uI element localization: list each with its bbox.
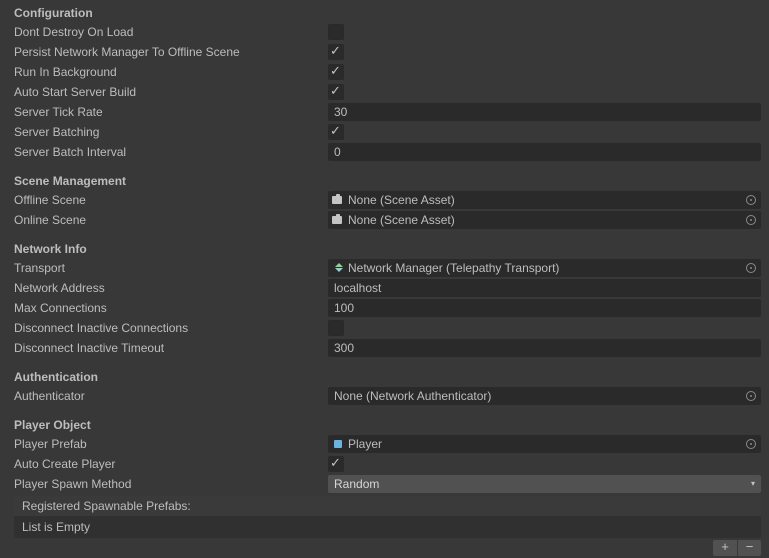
row-authenticator: Authenticator None (Network Authenticato… xyxy=(0,386,769,406)
offline-scene-value: None (Scene Asset) xyxy=(348,191,759,209)
label-offline-scene: Offline Scene xyxy=(14,191,328,209)
scene-asset-icon xyxy=(332,194,344,206)
label-online-scene: Online Scene xyxy=(14,211,328,229)
spawnable-prefabs-empty: List is Empty xyxy=(14,516,761,538)
row-max-connections: Max Connections xyxy=(0,298,769,318)
row-auto-create-player: Auto Create Player xyxy=(0,454,769,474)
label-tick-rate: Server Tick Rate xyxy=(14,103,328,121)
row-online-scene: Online Scene None (Scene Asset) xyxy=(0,210,769,230)
checkbox-dont-destroy[interactable] xyxy=(328,24,344,40)
row-run-in-bg: Run In Background xyxy=(0,62,769,82)
row-batching: Server Batching xyxy=(0,122,769,142)
label-disc-timeout: Disconnect Inactive Timeout xyxy=(14,339,328,357)
section-scene-mgmt-header: Scene Management xyxy=(0,172,769,190)
object-picker-icon[interactable] xyxy=(743,212,759,228)
label-dont-destroy: Dont Destroy On Load xyxy=(14,23,328,41)
row-dont-destroy: Dont Destroy On Load xyxy=(0,22,769,42)
checkbox-auto-start[interactable] xyxy=(328,84,344,100)
dropdown-spawn-method[interactable]: Random xyxy=(328,475,761,493)
input-max-connections[interactable] xyxy=(328,299,761,317)
label-auto-start: Auto Start Server Build xyxy=(14,83,328,101)
row-network-address: Network Address xyxy=(0,278,769,298)
object-picker-icon[interactable] xyxy=(743,192,759,208)
object-field-transport[interactable]: Network Manager (Telepathy Transport) xyxy=(328,259,761,277)
row-spawn-method: Player Spawn Method Random xyxy=(0,474,769,494)
object-picker-icon[interactable] xyxy=(743,436,759,452)
input-tick-rate[interactable] xyxy=(328,103,761,121)
label-batch-interval: Server Batch Interval xyxy=(14,143,328,161)
object-field-player-prefab[interactable]: Player xyxy=(328,435,761,453)
object-field-offline-scene[interactable]: None (Scene Asset) xyxy=(328,191,761,209)
row-transport: Transport Network Manager (Telepathy Tra… xyxy=(0,258,769,278)
section-network-info-header: Network Info xyxy=(0,240,769,258)
prefab-icon xyxy=(332,438,344,450)
player-prefab-value: Player xyxy=(348,435,759,453)
label-authenticator: Authenticator xyxy=(14,387,328,405)
object-picker-icon[interactable] xyxy=(743,388,759,404)
checkbox-disc-inactive[interactable] xyxy=(328,320,344,336)
label-batching: Server Batching xyxy=(14,123,328,141)
label-disc-inactive: Disconnect Inactive Connections xyxy=(14,319,328,337)
transport-value: Network Manager (Telepathy Transport) xyxy=(348,259,759,277)
label-player-prefab: Player Prefab xyxy=(14,435,328,453)
row-player-prefab: Player Prefab Player xyxy=(0,434,769,454)
label-spawn-method: Player Spawn Method xyxy=(14,475,328,493)
row-disc-inactive: Disconnect Inactive Connections xyxy=(0,318,769,338)
object-field-authenticator[interactable]: None (Network Authenticator) xyxy=(328,387,761,405)
input-batch-interval[interactable] xyxy=(328,143,761,161)
row-auto-start: Auto Start Server Build xyxy=(0,82,769,102)
row-offline-scene: Offline Scene None (Scene Asset) xyxy=(0,190,769,210)
input-disc-timeout[interactable] xyxy=(328,339,761,357)
section-player-obj-header: Player Object xyxy=(0,416,769,434)
row-persist-nm: Persist Network Manager To Offline Scene xyxy=(0,42,769,62)
authenticator-value: None (Network Authenticator) xyxy=(332,387,759,405)
label-network-address: Network Address xyxy=(14,279,328,297)
spawnable-prefabs-list: Registered Spawnable Prefabs: List is Em… xyxy=(14,496,761,538)
label-auto-create-player: Auto Create Player xyxy=(14,455,328,473)
section-configuration-header: Configuration xyxy=(0,4,769,22)
spawnable-prefabs-header[interactable]: Registered Spawnable Prefabs: xyxy=(14,496,761,516)
checkbox-auto-create-player[interactable] xyxy=(328,456,344,472)
section-auth-header: Authentication xyxy=(0,368,769,386)
row-batch-interval: Server Batch Interval xyxy=(0,142,769,162)
object-field-online-scene[interactable]: None (Scene Asset) xyxy=(328,211,761,229)
label-transport: Transport xyxy=(14,259,328,277)
checkbox-persist-nm[interactable] xyxy=(328,44,344,60)
input-network-address[interactable] xyxy=(328,279,761,297)
online-scene-value: None (Scene Asset) xyxy=(348,211,759,229)
scene-asset-icon xyxy=(332,214,344,226)
label-max-connections: Max Connections xyxy=(14,299,328,317)
row-tick-rate: Server Tick Rate xyxy=(0,102,769,122)
row-disc-timeout: Disconnect Inactive Timeout xyxy=(0,338,769,358)
label-persist-nm: Persist Network Manager To Offline Scene xyxy=(14,43,328,61)
label-run-in-bg: Run In Background xyxy=(14,63,328,81)
transport-icon xyxy=(332,262,344,274)
object-picker-icon[interactable] xyxy=(743,260,759,276)
checkbox-batching[interactable] xyxy=(328,124,344,140)
checkbox-run-in-bg[interactable] xyxy=(328,64,344,80)
